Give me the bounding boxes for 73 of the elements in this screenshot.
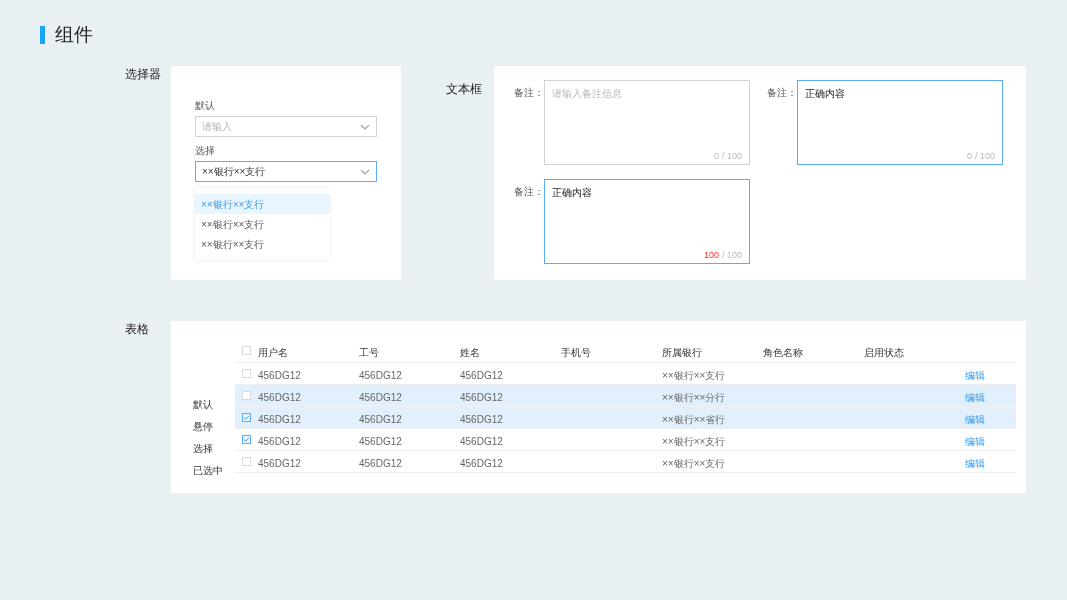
field-label: 选择	[195, 144, 215, 158]
checkbox[interactable]	[242, 369, 251, 378]
chevron-down-icon	[360, 168, 370, 175]
checkbox[interactable]	[242, 435, 251, 444]
textarea-value: 正确内容	[552, 186, 592, 200]
field-label: 备注：	[514, 86, 544, 100]
table-cell: 456DG12	[359, 391, 402, 403]
char-limit: / 100	[974, 149, 995, 163]
table-row[interactable]: 456DG12 456DG12 456DG12 ××银行××分行 编辑	[235, 385, 1016, 407]
textarea-placeholder: 请输入备注信息	[552, 87, 622, 101]
column-header: 启用状态	[864, 346, 904, 358]
checkbox[interactable]	[242, 391, 251, 400]
section-label: 文本框	[446, 81, 483, 98]
table-row[interactable]: 456DG12 456DG12 456DG12 ××银行××省行 编辑	[235, 407, 1016, 429]
edit-link[interactable]: 编辑	[965, 368, 985, 383]
column-header: 所属银行	[662, 346, 702, 358]
column-header: 工号	[359, 346, 379, 358]
chevron-down-icon	[360, 123, 370, 130]
textarea-field[interactable]: 正确内容 100 / 100	[544, 179, 750, 264]
table-cell: 456DG12	[460, 435, 503, 447]
check-icon	[243, 436, 250, 443]
textarea-value: 正确内容	[805, 87, 845, 101]
field-label: 备注：	[767, 86, 797, 100]
section-label: 选择器	[125, 66, 162, 83]
table-cell: 456DG12	[460, 413, 503, 425]
table-cell: 456DG12	[258, 457, 301, 469]
table-cell: 456DG12	[258, 391, 301, 403]
char-count: 0	[713, 149, 719, 163]
select-placeholder: 请输入	[202, 120, 232, 134]
column-header: 手机号	[561, 346, 591, 358]
table-cell: ××银行××支行	[662, 435, 726, 447]
checkbox[interactable]	[242, 457, 251, 466]
table-cell: 456DG12	[359, 457, 402, 469]
field-label: 默认	[195, 99, 215, 113]
page-title: 组件	[55, 25, 93, 44]
table-cell: 456DG12	[460, 457, 503, 469]
dropdown-option[interactable]: ××银行××支行	[195, 234, 330, 254]
dropdown-option[interactable]: ××银行××支行	[195, 214, 330, 234]
edit-link[interactable]: 编辑	[965, 434, 985, 449]
table-cell: 456DG12	[258, 413, 301, 425]
table-cell: ××银行××省行	[662, 413, 726, 425]
select-field[interactable]: ××银行××支行	[195, 161, 377, 182]
textarea-field[interactable]: 正确内容 0 / 100	[797, 80, 1003, 165]
section-label: 表格	[125, 321, 150, 338]
column-header: 用户名	[258, 346, 288, 358]
table-cell: 456DG12	[460, 369, 503, 381]
table-cell: 456DG12	[359, 369, 402, 381]
state-label: 默认	[193, 400, 213, 410]
table-cell: ××银行××支行	[662, 457, 726, 469]
edit-link[interactable]: 编辑	[965, 456, 985, 471]
checkbox[interactable]	[242, 413, 251, 422]
column-header: 角色名称	[763, 346, 803, 358]
state-label: 悬停	[193, 422, 213, 432]
state-label: 已选中	[193, 466, 223, 476]
char-limit: / 100	[721, 149, 742, 163]
check-icon	[243, 414, 250, 421]
state-label: 选择	[193, 444, 213, 454]
dropdown-option[interactable]: ××银行××支行	[195, 194, 330, 214]
select-value: ××银行××支行	[202, 165, 266, 179]
table-cell: 456DG12	[460, 391, 503, 403]
table-cell: ××银行××分行	[662, 391, 726, 403]
table-cell: 456DG12	[258, 369, 301, 381]
table-cell: 456DG12	[359, 413, 402, 425]
column-header: 姓名	[460, 346, 480, 358]
table-cell: 456DG12	[359, 435, 402, 447]
table-cell: 456DG12	[258, 435, 301, 447]
char-count: 100	[703, 248, 719, 262]
char-limit: / 100	[721, 248, 742, 262]
table-cell: ××银行××支行	[662, 369, 726, 381]
title-accent-bar	[40, 25, 45, 44]
field-label: 备注：	[514, 185, 544, 199]
char-count: 0	[966, 149, 972, 163]
checkbox[interactable]	[242, 346, 251, 355]
